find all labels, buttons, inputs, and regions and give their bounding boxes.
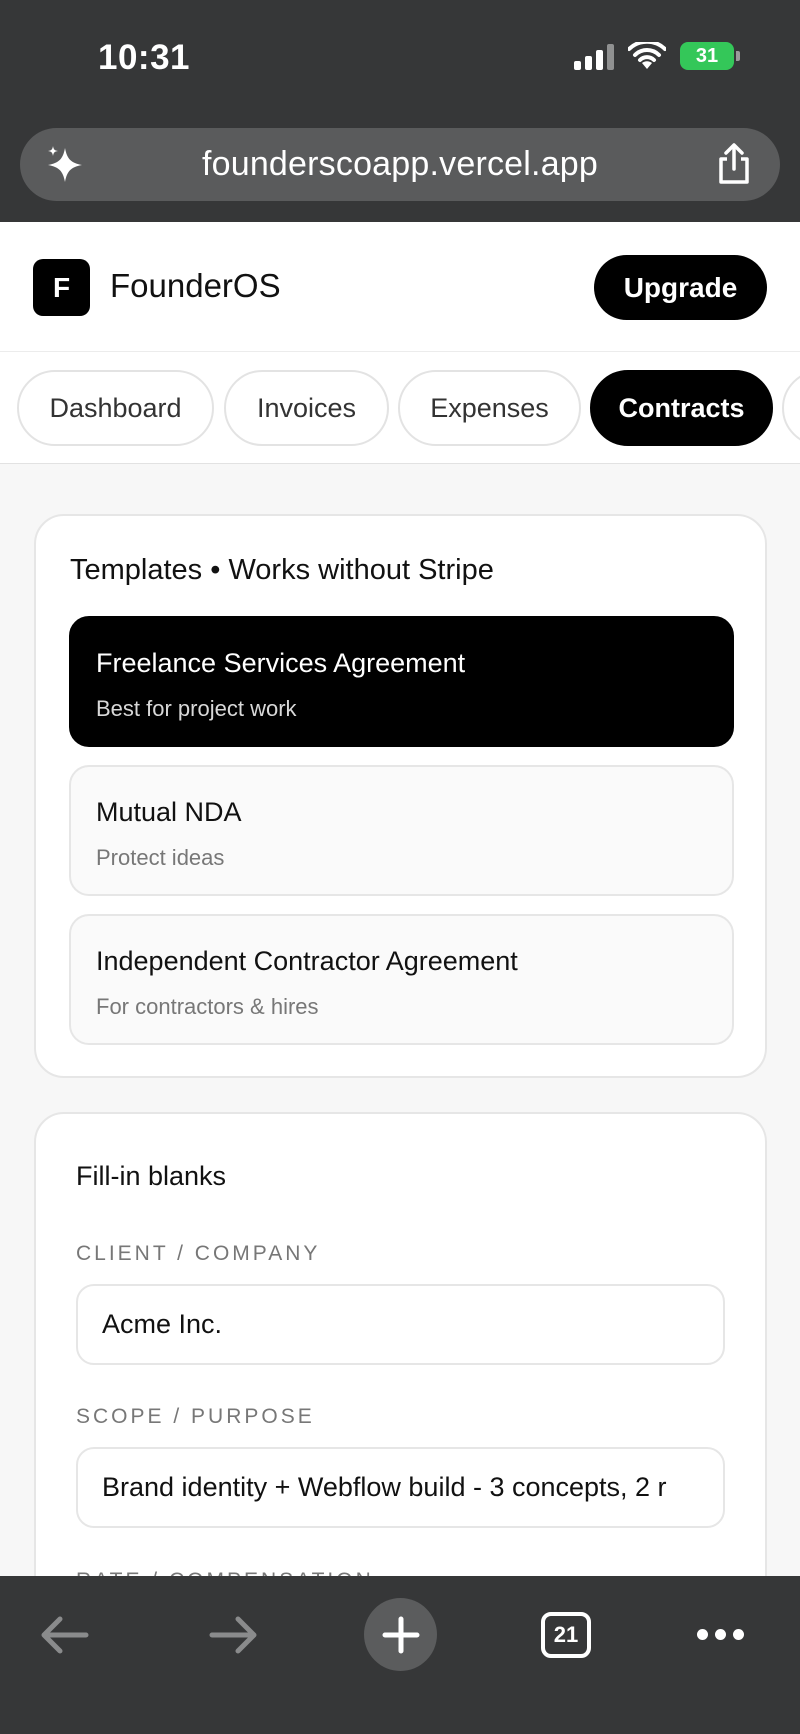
- cellular-signal-icon: [574, 42, 614, 70]
- share-icon[interactable]: [714, 142, 754, 186]
- template-name: Independent Contractor Agreement: [96, 946, 518, 976]
- template-freelance-services[interactable]: Freelance Services Agreement Best for pr…: [69, 616, 734, 747]
- arrow-right-icon: [209, 1616, 257, 1653]
- battery-level: 31: [695, 44, 719, 67]
- sparkle-icon[interactable]: [44, 144, 86, 186]
- tab-expenses[interactable]: Expenses: [398, 370, 581, 446]
- plus-icon: [382, 1616, 419, 1653]
- template-independent-contractor[interactable]: Independent Contractor Agreement For con…: [69, 914, 734, 1045]
- tab-dashboard[interactable]: Dashboard: [17, 370, 214, 446]
- url-text[interactable]: founderscoapp.vercel.app: [20, 145, 780, 184]
- client-input[interactable]: [76, 1284, 725, 1365]
- tabs-overview-button[interactable]: 21: [541, 1598, 591, 1671]
- template-desc: For contractors & hires: [96, 994, 319, 1019]
- tab-overflow[interactable]: [782, 370, 800, 446]
- upgrade-button[interactable]: Upgrade: [594, 255, 767, 320]
- template-name: Mutual NDA: [96, 797, 242, 827]
- arrow-left-icon: [41, 1616, 89, 1653]
- browser-chrome: 10:31 31 founderscoapp.vercel.app: [0, 0, 800, 222]
- template-desc: Protect ideas: [96, 845, 225, 870]
- more-dots-icon: [696, 1629, 744, 1640]
- tabs-count-icon: 21: [541, 1611, 591, 1658]
- back-button[interactable]: [36, 1598, 92, 1671]
- templates-card: Templates • Works without Stripe Freelan…: [34, 514, 767, 1078]
- tab-invoices[interactable]: Invoices: [224, 370, 389, 446]
- fill-in-title: Fill-in blanks: [76, 1161, 227, 1191]
- status-icons: 31: [574, 42, 740, 70]
- url-bar[interactable]: founderscoapp.vercel.app: [20, 128, 780, 201]
- app-logo: F: [33, 259, 90, 316]
- template-name: Freelance Services Agreement: [96, 648, 466, 678]
- more-menu-button[interactable]: [694, 1598, 746, 1671]
- tab-contracts[interactable]: Contracts: [590, 370, 773, 446]
- forward-button[interactable]: [206, 1598, 262, 1671]
- plus-circle: [364, 1598, 437, 1671]
- template-desc: Best for project work: [96, 696, 297, 721]
- new-tab-button[interactable]: [364, 1598, 437, 1671]
- templates-title: Templates • Works without Stripe: [70, 554, 494, 586]
- scope-input[interactable]: [76, 1447, 725, 1528]
- status-time: 10:31: [98, 38, 191, 77]
- battery-icon: 31: [680, 42, 740, 70]
- scope-label: SCOPE / PURPOSE: [76, 1405, 315, 1428]
- wifi-icon: [628, 42, 666, 69]
- brand-name: FounderOS: [110, 267, 281, 304]
- nav-tabs: Dashboard Invoices Expenses Contracts: [0, 352, 800, 464]
- browser-toolbar: 21: [0, 1576, 800, 1734]
- app-header: F FounderOS Upgrade: [0, 222, 800, 352]
- client-label: CLIENT / COMPANY: [76, 1242, 321, 1265]
- template-mutual-nda[interactable]: Mutual NDA Protect ideas: [69, 765, 734, 896]
